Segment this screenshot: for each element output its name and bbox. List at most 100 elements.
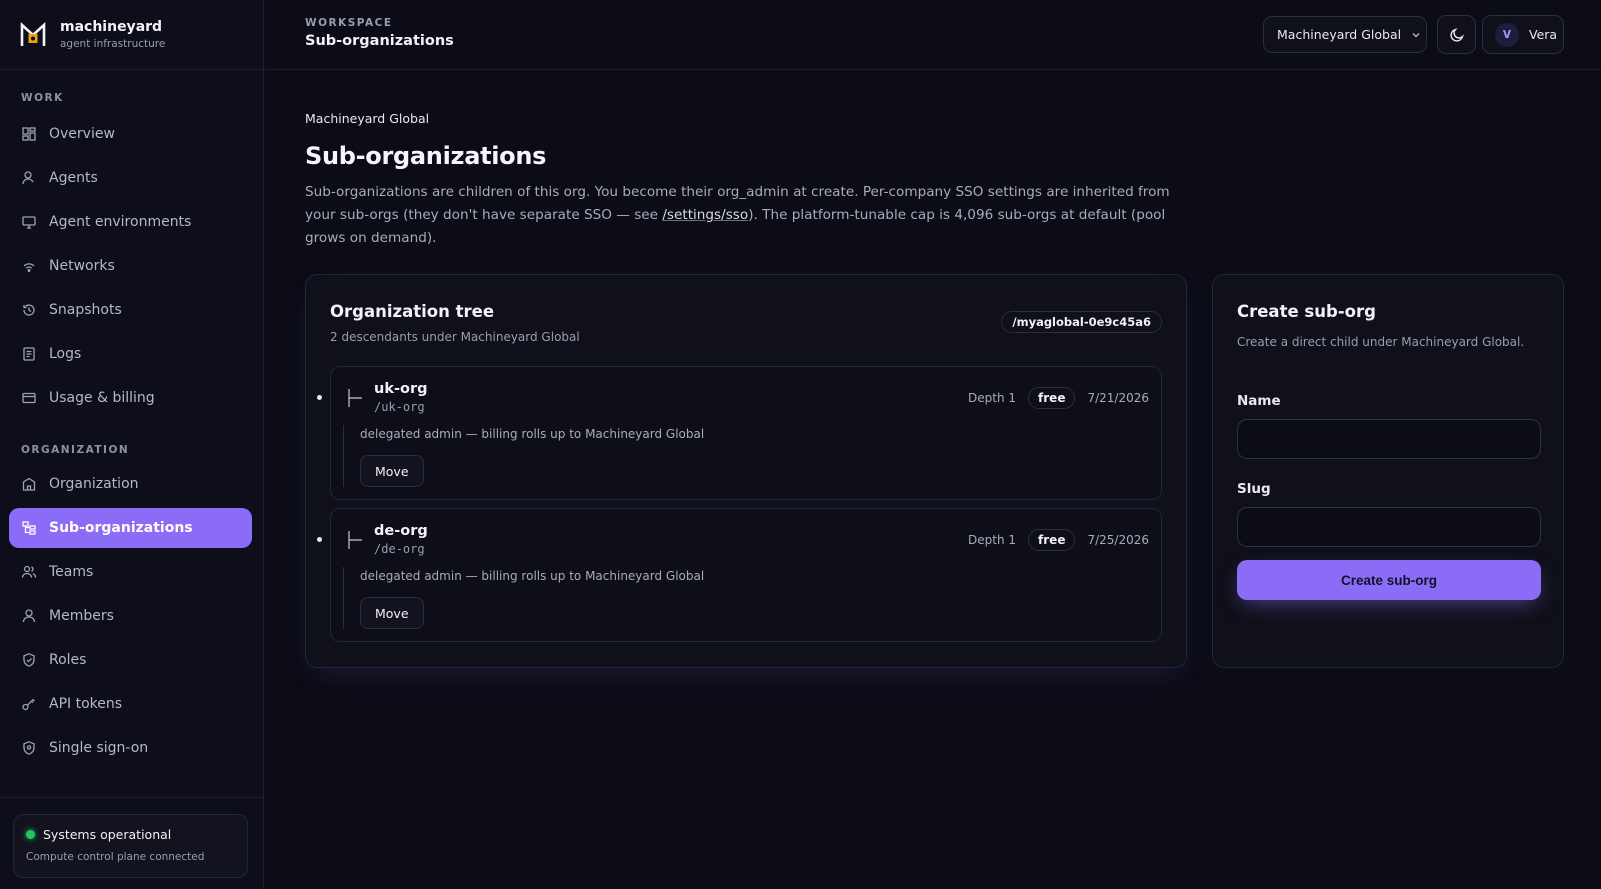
sidebar-divider [0,797,264,798]
moon-icon [1449,27,1464,42]
move-button[interactable]: Move [360,455,424,487]
org-note: delegated admin — billing rolls up to Ma… [360,569,705,583]
sidebar-item-label: Agent environments [49,214,192,230]
bullet-icon [317,395,322,400]
plan-badge: free [1028,529,1076,551]
sidebar-item-single-sign-on[interactable]: Single sign-on [9,728,252,768]
user-name: Vera [1529,27,1558,42]
sidebar-item-label: Sub-organizations [49,520,193,536]
user-icon [22,609,36,623]
system-status-card: Systems operational Compute control plan… [13,814,248,878]
brand-name: machineyard [60,19,163,35]
org-slug-badge: /myaglobal-0e9c45a6 [1001,311,1162,333]
org-created-date: 7/21/2026 [1087,391,1149,405]
machineyard-logo-icon [20,21,46,46]
history-icon [23,304,35,316]
create-sub-org-button[interactable]: Create sub-org [1237,560,1541,600]
sidebar-item-usage-billing[interactable]: Usage & billing [9,378,252,418]
org-name: de-org [374,523,428,539]
top-header: WORKSPACE Sub-organizations Machineyard … [265,0,1601,70]
sidebar-item-members[interactable]: Members [9,596,252,636]
tree-connector [343,425,344,487]
sidebar-item-label: Usage & billing [49,390,155,406]
sidebar-item-label: Logs [49,346,82,362]
grid-icon [22,127,36,141]
tree-branch-icon [348,389,362,407]
page-title: Sub-organizations [305,142,547,170]
move-button[interactable]: Move [360,597,424,629]
org-tree-item: de-org /de-org Depth 1 free 7/25/2026 de… [317,508,1162,642]
sidebar-item-snapshots[interactable]: Snapshots [9,290,252,330]
breadcrumb[interactable]: Machineyard Global [305,111,429,126]
brand[interactable]: machineyard agent infrastructure [0,0,263,70]
wifi-icon [23,263,35,272]
status-dot-icon [26,830,35,839]
card-title: Create sub-org [1237,302,1376,321]
slug-input[interactable] [1237,507,1541,547]
org-tree-item: uk-org /uk-org Depth 1 free 7/21/2026 de… [317,366,1162,500]
card-title: Organization tree [330,302,495,321]
org-selector[interactable]: Machineyard Global [1263,16,1427,53]
bullet-icon [317,537,322,542]
org-depth: Depth 1 [968,391,1017,405]
sidebar-item-label: Members [49,608,114,624]
sso-settings-link[interactable]: /settings/sso [662,207,748,223]
nav-section-organization: ORGANIZATION [21,444,130,456]
org-slug: /uk-org [374,400,425,414]
sidebar-item-label: Roles [49,652,87,668]
name-input[interactable] [1237,419,1541,459]
sidebar-item-networks[interactable]: Networks [9,246,252,286]
card-subtitle: 2 descendants under Machineyard Global [330,330,580,344]
sidebar-item-label: Snapshots [49,302,122,318]
slug-field-label: Slug [1237,481,1271,497]
sidebar-item-organization[interactable]: Organization [9,464,252,504]
org-selector-value: Machineyard Global [1277,27,1402,42]
sidebar-item-label: Single sign-on [49,740,149,756]
monitor-icon [22,216,36,229]
sidebar-item-overview[interactable]: Overview [9,114,252,154]
user-menu-button[interactable]: V Vera [1482,15,1564,54]
status-title: Systems operational [43,827,172,842]
shield-check-icon [23,741,35,755]
tree-connector [343,567,344,629]
sidebar-item-api-tokens[interactable]: API tokens [9,684,252,724]
avatar: V [1495,22,1519,47]
sidebar-item-logs[interactable]: Logs [9,334,252,374]
theme-toggle-button[interactable] [1437,15,1476,54]
sidebar-item-label: Agents [49,170,98,186]
users-icon [21,565,37,578]
nav-section-work: WORK [21,92,64,104]
tree-branch-icon [348,531,362,549]
building-icon [22,477,36,491]
status-subtitle: Compute control plane connected [26,851,205,863]
sidebar-item-roles[interactable]: Roles [9,640,252,680]
document-icon [23,347,35,361]
user-icon [22,171,34,185]
main-content: Machineyard Global Sub-organizations Sub… [265,71,1601,889]
org-name: uk-org [374,381,428,397]
sidebar-item-label: Organization [49,476,139,492]
page-description: Sub-organizations are children of this o… [305,181,1185,250]
org-meta: Depth 1 free 7/21/2026 [968,387,1149,409]
org-note: delegated admin — billing rolls up to Ma… [360,427,705,441]
sidebar-item-label: Overview [49,126,115,142]
org-slug: /de-org [374,542,425,556]
sidebar-item-teams[interactable]: Teams [9,552,252,592]
hierarchy-icon [22,521,36,535]
brand-tagline: agent infrastructure [60,38,166,50]
header-title: Sub-organizations [305,33,454,49]
sidebar-item-label: API tokens [49,696,123,712]
shield-icon [23,653,35,667]
sidebar-item-label: Teams [49,564,94,580]
key-icon [22,698,35,711]
card-subtitle: Create a direct child under Machineyard … [1237,335,1525,349]
org-created-date: 7/25/2026 [1087,533,1149,547]
chevron-down-icon [1412,32,1420,37]
card-icon [22,392,36,404]
sidebar-item-agents[interactable]: Agents [9,158,252,198]
sidebar-item-sub-organizations[interactable]: Sub-organizations [9,508,252,548]
plan-badge: free [1028,387,1076,409]
sidebar-item-label: Networks [49,258,115,274]
sidebar-item-agent-environments[interactable]: Agent environments [9,202,252,242]
sidebar: machineyard agent infrastructure WORK Ov… [0,0,264,889]
